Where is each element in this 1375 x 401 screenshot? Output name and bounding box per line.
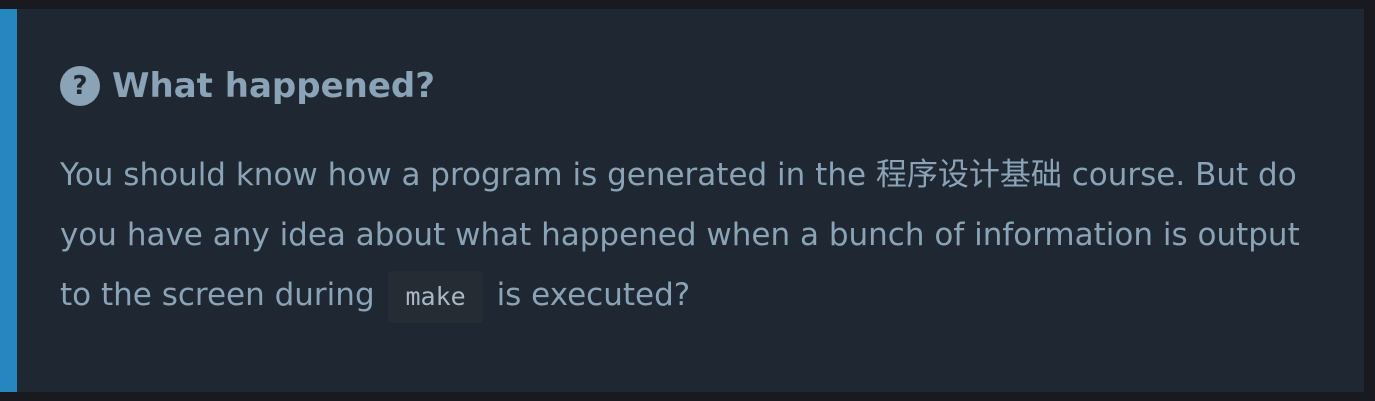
callout-title: What happened? [112, 66, 435, 106]
inline-code: make [388, 270, 483, 323]
callout-body: You should know how a program is generat… [60, 145, 1330, 325]
question-circle-icon: ? [60, 66, 100, 106]
body-text-part-2: is executed? [496, 277, 691, 313]
callout-box: ? What happened? You should know how a p… [0, 9, 1364, 392]
callout-header: ? What happened? [60, 66, 435, 106]
